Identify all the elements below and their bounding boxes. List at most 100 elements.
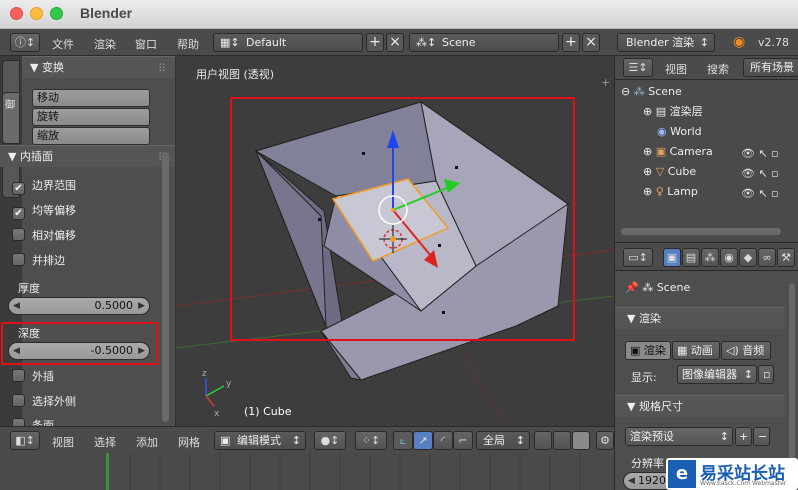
scene-field[interactable]: ⁂↕ Scene (409, 33, 559, 52)
snap-button[interactable]: ⚙ (596, 431, 614, 450)
render-tab[interactable]: ▣ (663, 248, 681, 267)
lock-button[interactable]: ▫ (758, 365, 774, 384)
checkbox[interactable] (12, 369, 25, 382)
render-engine-dropdown[interactable]: Blender 渲染 ↕ (617, 33, 715, 52)
add-layout-button[interactable]: + (366, 33, 384, 52)
outliner-display-dropdown[interactable]: 所有场景 (743, 58, 798, 77)
close-window-button[interactable] (10, 7, 23, 20)
watermark-subtext: Www.Easck.Com Webmaster (700, 480, 787, 487)
render-layers-tab[interactable]: ▤ (682, 248, 700, 267)
viewport-expand-icon[interactable]: + (601, 76, 610, 89)
checkbox[interactable] (12, 253, 25, 266)
expand-icon[interactable]: ⊕ (643, 185, 652, 198)
check-select-outer[interactable]: 选择外侧 (12, 394, 76, 412)
outliner-editor-type-button[interactable]: ☰↕ (623, 58, 653, 77)
thickness-field[interactable]: ◀ 0.5000 ▶ (8, 297, 150, 315)
scale-manipulator[interactable]: ⌐ (453, 431, 473, 450)
maximize-window-button[interactable] (50, 7, 63, 20)
menu-add[interactable]: 添加 (136, 434, 158, 450)
inset-panel-header[interactable]: ▼ 内插面 (0, 145, 175, 167)
menu-render[interactable]: 渲染 (94, 36, 116, 52)
move-button[interactable]: 移动 (32, 89, 150, 107)
pin-icon[interactable]: 📌 (625, 281, 639, 294)
check-even-offset[interactable]: ✔ 均等偏移 (12, 203, 76, 221)
viewport-editor-type-button[interactable]: ◧↕ (10, 431, 40, 450)
rotate-button[interactable]: 旋转 (32, 108, 150, 126)
object-tab[interactable]: ◆ (739, 248, 757, 267)
checkbox[interactable] (12, 418, 25, 426)
render-animation-button[interactable]: ▦ 动画 (672, 341, 720, 360)
world-tab[interactable]: ◉ (720, 248, 738, 267)
display-dropdown[interactable]: 图像编辑器 ↕ (677, 365, 757, 384)
layer-button[interactable] (553, 431, 571, 450)
check-relative-offset[interactable]: 相对偏移 (12, 228, 76, 246)
properties-scrollbar[interactable] (789, 283, 795, 463)
checkbox[interactable]: ✔ (12, 207, 25, 220)
translate-manipulator[interactable]: ↗ (413, 431, 433, 450)
outliner-row-world[interactable]: ◉ World (615, 122, 798, 142)
menu-help[interactable]: 帮助 (177, 36, 199, 52)
orientation-dropdown[interactable]: 全局 ↕ (476, 431, 530, 450)
outliner-scrollbar[interactable] (621, 228, 781, 235)
mode-dropdown[interactable]: ▣ 编辑模式 ↕ (214, 431, 306, 450)
properties-editor-type-button[interactable]: ▭↕ (623, 248, 653, 267)
delete-layout-button[interactable]: × (386, 33, 404, 52)
scene-tab[interactable]: ⁂ (701, 248, 719, 267)
constraints-tab[interactable]: ∞ (758, 248, 776, 267)
delete-scene-button[interactable]: × (582, 33, 600, 52)
menu-mesh[interactable]: 网格 (178, 434, 200, 450)
visibility-icons[interactable]: 👁 ↖ ▫ (741, 184, 779, 204)
menu-window[interactable]: 窗口 (135, 36, 157, 52)
dimensions-panel-header[interactable]: ▼ 规格尺寸 (615, 395, 785, 417)
check-outset[interactable]: 外插 (12, 369, 54, 387)
transform-panel-header[interactable]: ▼ 变换 (22, 56, 175, 78)
add-scene-button[interactable]: + (562, 33, 580, 52)
check-individual[interactable]: 条面 (12, 418, 54, 426)
layer-button[interactable] (534, 431, 552, 450)
expand-icon[interactable]: ⊕ (643, 145, 652, 158)
outliner-menu-search[interactable]: 搜索 (707, 61, 729, 77)
increment-icon[interactable]: ▶ (138, 298, 145, 314)
drag-grip-icon[interactable]: ⠿ (158, 62, 166, 75)
outliner-menu-view[interactable]: 视图 (665, 61, 687, 77)
expand-icon[interactable]: ⊕ (643, 165, 652, 178)
outliner-row-render-layer[interactable]: ⊕ ▤ 渲染层 (615, 102, 798, 122)
collapse-icon[interactable]: ⊖ (621, 85, 630, 98)
pivot-dropdown[interactable]: ⁘↕ (355, 431, 387, 450)
3d-viewport[interactable]: z y x 用户视图 (透视) (1) Cube + (176, 56, 614, 426)
scale-button[interactable]: 缩放 (32, 127, 150, 145)
checkbox[interactable]: ✔ (12, 182, 25, 195)
expand-icon[interactable]: ⊕ (643, 105, 652, 118)
rotate-manipulator[interactable]: ◜ (433, 431, 453, 450)
layer-button[interactable] (572, 431, 590, 450)
display-value: 图像编辑器 (682, 368, 737, 381)
tool-shelf: 御 ▼ 变换 ⠿ 移动 旋转 缩放 ▼ 内插面 ⠿ ✔边界范围 ✔均等偏移 相对… (0, 56, 176, 426)
remove-preset-button[interactable]: − (753, 427, 770, 446)
shading-dropdown[interactable]: ●↕ (314, 431, 346, 450)
render-presets-dropdown[interactable]: 渲染预设 ↕ (625, 427, 733, 446)
visibility-icons[interactable]: 👁 ↖ ▫ (741, 164, 779, 184)
add-preset-button[interactable]: + (735, 427, 752, 446)
check-edge-rail[interactable]: 并排边 (12, 253, 65, 271)
decrement-icon[interactable]: ◀ (628, 473, 635, 489)
outliner-row-scene[interactable]: ⊖ ⁂ Scene (615, 82, 798, 102)
check-boundary[interactable]: ✔ 边界范围 (12, 178, 76, 196)
menu-file[interactable]: 文件 (52, 36, 74, 52)
tab-active[interactable]: 御 (2, 92, 20, 144)
modifiers-tab[interactable]: ⚒ (777, 248, 795, 267)
render-audio-button[interactable]: ◁) 音频 (721, 341, 771, 360)
manipulator-toggle[interactable]: ⟀ (393, 431, 413, 450)
checkbox[interactable] (12, 394, 25, 407)
menu-view[interactable]: 视图 (52, 434, 74, 450)
screen-layout-field[interactable]: ▦↕ Default (213, 33, 363, 52)
visibility-icons[interactable]: 👁 ↖ ▫ (741, 144, 779, 164)
timeline-area[interactable] (0, 453, 614, 490)
checkbox[interactable] (12, 228, 25, 241)
render-panel-header[interactable]: ▼ 渲染 (615, 307, 785, 329)
editor-type-button[interactable]: ⓘ↕ (10, 33, 40, 52)
tool-shelf-scrollbar[interactable] (162, 152, 169, 422)
decrement-icon[interactable]: ◀ (13, 298, 20, 314)
menu-select[interactable]: 选择 (94, 434, 116, 450)
minimize-window-button[interactable] (30, 7, 43, 20)
render-image-button[interactable]: ▣ 渲染 (625, 341, 671, 360)
